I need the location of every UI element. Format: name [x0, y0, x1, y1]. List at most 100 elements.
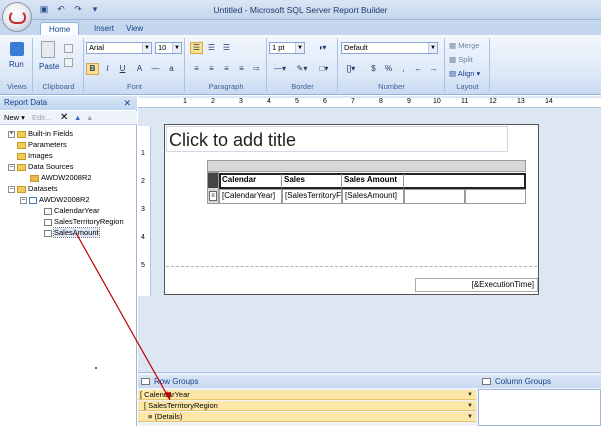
font-group-label: Font: [126, 82, 142, 91]
tree-item-data-source[interactable]: AWDW2008R2: [30, 173, 92, 183]
font-color-icon[interactable]: A: [133, 63, 146, 75]
borders-icon[interactable]: □▾: [314, 63, 334, 75]
number-format-select[interactable]: Default ▼: [341, 42, 438, 54]
tab-view[interactable]: View: [118, 22, 151, 36]
ruler-tick: 4: [267, 98, 271, 105]
chevron-down-icon[interactable]: ▼: [466, 413, 474, 421]
justify-icon[interactable]: ≡: [235, 63, 248, 75]
placeholder-icon[interactable]: []▾: [341, 63, 361, 75]
font-name-select[interactable]: Arial ▼: [86, 42, 152, 54]
move-up-icon[interactable]: ▲: [74, 111, 81, 125]
underline-button[interactable]: U: [116, 63, 129, 75]
border-style-icon[interactable]: —▾: [270, 63, 290, 75]
field-icon: [44, 218, 52, 226]
bold-button[interactable]: B: [86, 63, 99, 75]
tab-home[interactable]: Home: [40, 22, 80, 36]
tree-item-field[interactable]: CalendarYear: [44, 206, 100, 216]
run-icon[interactable]: [10, 42, 24, 56]
align-center-icon[interactable]: ≡: [205, 63, 218, 75]
field-icon: [44, 229, 52, 237]
tree-item-datasets[interactable]: – Datasets: [8, 184, 58, 194]
italic-button[interactable]: I: [101, 63, 114, 75]
delete-icon[interactable]: ✕: [60, 111, 68, 125]
align-top-icon[interactable]: ☰: [190, 42, 203, 54]
copy-icon[interactable]: [64, 58, 73, 67]
font-size-select[interactable]: 10 ▼: [155, 42, 182, 54]
report-title-textbox[interactable]: Click to add title: [166, 126, 508, 152]
application-button[interactable]: [2, 2, 32, 32]
strikethrough-icon[interactable]: ―: [149, 63, 162, 75]
border-width-select[interactable]: 1 pt ▼: [269, 42, 305, 54]
row-group-item[interactable]: [ SalesTerritoryRegion ▼: [138, 401, 476, 411]
execution-time-textbox[interactable]: [&ExecutionTime]: [415, 278, 538, 292]
chevron-down-icon[interactable]: ▼: [466, 391, 474, 399]
tree-item-data-sources[interactable]: – Data Sources: [8, 162, 73, 172]
views-group: Run Views: [2, 38, 33, 92]
border-group-label: Border: [291, 82, 314, 91]
tree-item-field[interactable]: SalesTerritoryRegion: [44, 217, 124, 227]
comma-button[interactable]: ,: [397, 63, 410, 75]
split-button[interactable]: ▦ Split: [449, 55, 473, 64]
tree-item-parameters[interactable]: Parameters: [17, 140, 67, 150]
chevron-down-icon[interactable]: ▼: [466, 402, 474, 410]
move-down-icon[interactable]: ▲: [86, 111, 93, 125]
ruler-tick: 14: [545, 98, 553, 105]
detail-cell[interactable]: [CalendarYear]: [219, 189, 282, 204]
collapse-icon[interactable]: –: [20, 196, 27, 204]
text-effects-icon[interactable]: a: [165, 63, 178, 75]
header-cell[interactable]: Sales: [282, 174, 342, 188]
align-left-icon[interactable]: ≡: [190, 63, 203, 75]
expand-icon[interactable]: +: [8, 130, 15, 138]
align-button[interactable]: ▤ Align ▾: [449, 69, 480, 78]
column-groups-list[interactable]: [478, 389, 601, 426]
fill-color-icon[interactable]: ◑▾: [312, 42, 332, 54]
edit-button[interactable]: Edit...: [32, 111, 51, 125]
paste-icon[interactable]: [41, 41, 55, 58]
detail-cell[interactable]: [SalesAmount]: [342, 189, 404, 204]
row-groups-header: Row Groups: [138, 375, 478, 388]
indent-icon[interactable]: ⇨: [250, 63, 263, 75]
align-right-icon[interactable]: ≡: [220, 63, 233, 75]
ruler-tick: 13: [517, 98, 525, 105]
ruler-tick: 12: [489, 98, 497, 105]
tree-item-field-selected[interactable]: SalesAmount: [44, 227, 100, 238]
decrease-decimal-icon[interactable]: →: [427, 63, 440, 75]
currency-button[interactable]: $: [367, 63, 380, 75]
ruler-tick: 5: [141, 262, 145, 269]
detail-cell[interactable]: [SalesTerritoryF: [282, 189, 342, 204]
ruler-tick: 1: [141, 150, 145, 157]
tablix-column-handles[interactable]: [207, 160, 526, 172]
collapse-icon[interactable]: –: [8, 163, 15, 171]
detail-cell-empty[interactable]: [404, 189, 465, 204]
folder-icon: [17, 130, 26, 138]
merge-icon: ▦: [449, 41, 457, 50]
tree-item-images[interactable]: Images: [17, 151, 53, 161]
tab-insert[interactable]: Insert: [86, 22, 122, 36]
collapse-icon[interactable]: –: [8, 185, 15, 193]
row-group-item[interactable]: ≡ (Details) ▼: [138, 412, 476, 422]
align-bottom-icon[interactable]: ☰: [220, 42, 233, 54]
footer-separator: [166, 266, 537, 267]
detail-cell-empty[interactable]: [465, 189, 526, 204]
cut-icon[interactable]: [64, 44, 73, 53]
percent-button[interactable]: %: [382, 63, 395, 75]
new-button[interactable]: New ▾: [4, 111, 25, 125]
increase-decimal-icon[interactable]: ←: [412, 63, 425, 75]
row-group-item[interactable]: [ CalendarYear ▼: [138, 390, 476, 400]
align-middle-icon[interactable]: ☰: [205, 42, 218, 54]
tree-label: Built-in Fields: [28, 129, 74, 138]
tablix-corner-handle[interactable]: [208, 173, 218, 188]
split-icon: ▦: [449, 55, 457, 64]
border-color-icon[interactable]: ✎▾: [292, 63, 312, 75]
ruler-tick: 2: [141, 178, 145, 185]
chevron-down-icon: ▼: [428, 43, 437, 53]
run-button[interactable]: Run: [9, 60, 24, 69]
tree-item-dataset[interactable]: – AWDW2008R2: [20, 195, 90, 205]
close-icon[interactable]: ✕: [123, 96, 131, 110]
merge-button[interactable]: ▦ Merge: [449, 41, 479, 50]
paste-button[interactable]: Paste: [39, 62, 59, 71]
folder-icon: [17, 163, 26, 171]
header-cell[interactable]: Calendar: [220, 174, 282, 188]
header-cell[interactable]: Sales Amount: [342, 174, 404, 188]
tree-item-builtin-fields[interactable]: + Built-in Fields: [8, 129, 73, 139]
